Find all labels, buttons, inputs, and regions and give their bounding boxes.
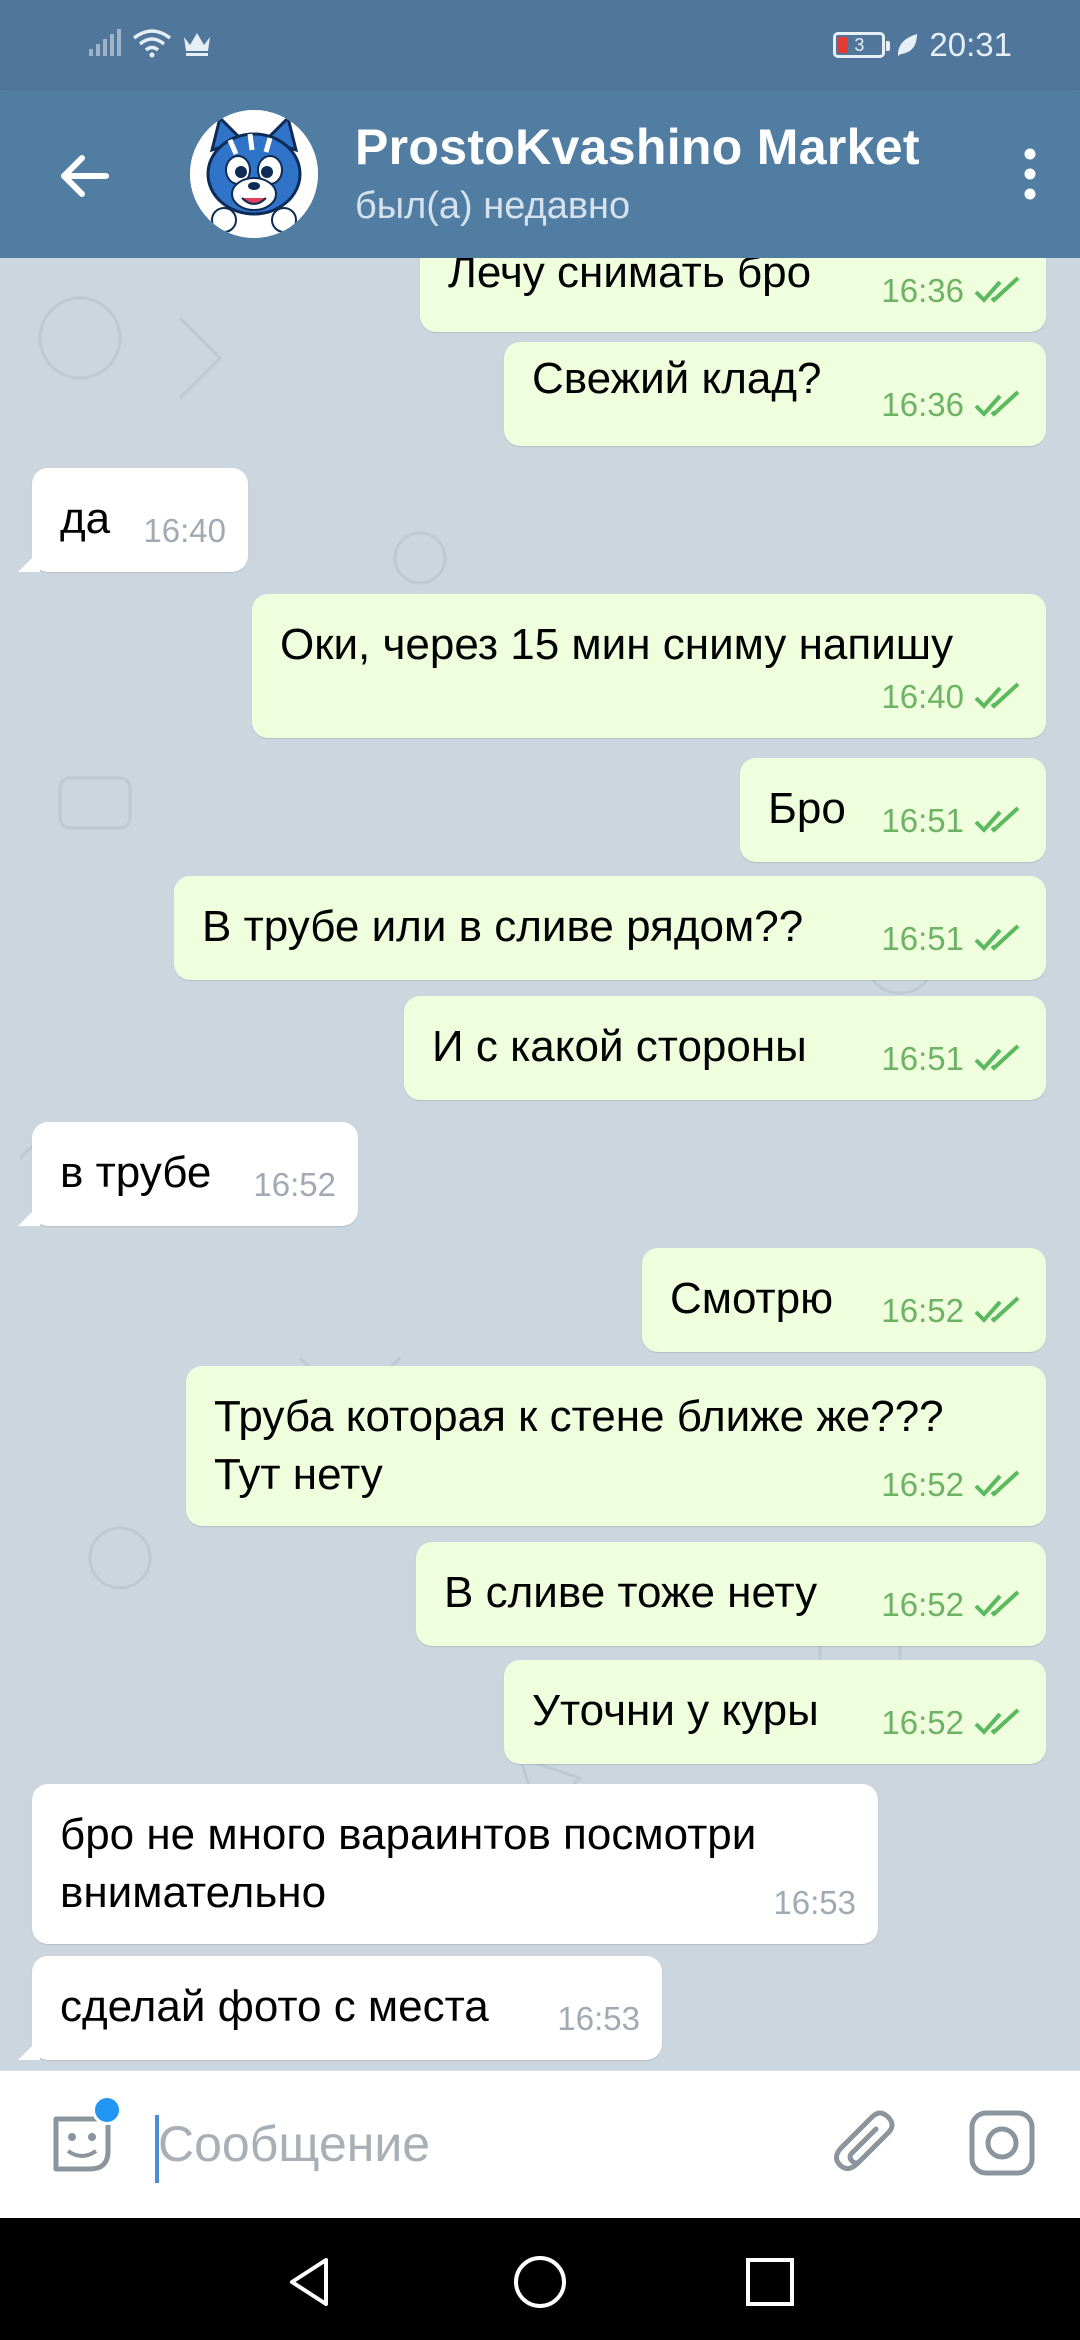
read-check-icon bbox=[974, 924, 1020, 951]
message-meta: 16:53 bbox=[557, 1990, 640, 2048]
message-time: 16:53 bbox=[557, 2000, 640, 2037]
status-icons-right: 3 20:31 bbox=[833, 26, 1012, 64]
message-text: Труба которая к стене ближе же??? bbox=[214, 1392, 944, 1441]
message-incoming[interactable]: да 16:40 bbox=[18, 468, 248, 572]
message-meta: 16:36 bbox=[881, 376, 1024, 434]
message-incoming[interactable]: бро не много вараинтов посмотри внимател… bbox=[32, 1784, 878, 1944]
message-meta: 16:52 bbox=[881, 1576, 1024, 1634]
message-text: В трубе или в сливе рядом?? bbox=[202, 902, 804, 951]
read-check-icon bbox=[974, 1708, 1020, 1735]
message-time: 16:36 bbox=[881, 386, 964, 423]
message-meta: 16:51 bbox=[881, 910, 1024, 968]
message-text-line2: внимательно bbox=[60, 1868, 327, 1917]
message-outgoing[interactable]: В сливе тоже нету 16:52 bbox=[416, 1542, 1046, 1646]
leaf-icon bbox=[898, 34, 918, 56]
notification-dot bbox=[92, 2095, 122, 2125]
nav-home-icon[interactable] bbox=[512, 2254, 568, 2310]
attach-paperclip-icon[interactable] bbox=[830, 2109, 902, 2181]
message-outgoing[interactable]: В трубе или в сливе рядом?? 16:51 bbox=[174, 876, 1046, 980]
read-check-icon bbox=[974, 1296, 1020, 1323]
avatar[interactable] bbox=[190, 110, 318, 238]
nav-recents-icon[interactable] bbox=[742, 2254, 798, 2310]
status-icons-left bbox=[88, 28, 212, 58]
message-time: 16:40 bbox=[881, 678, 964, 715]
message-time: 16:52 bbox=[881, 1586, 964, 1623]
read-check-icon bbox=[974, 1590, 1020, 1617]
read-check-icon bbox=[974, 1470, 1020, 1497]
chat-header: ProstoKvashino Market был(а) недавно bbox=[0, 90, 1080, 258]
message-time: 16:52 bbox=[253, 1166, 336, 1203]
message-text: в трубе bbox=[60, 1148, 212, 1197]
system-navigation-bar bbox=[0, 2218, 1080, 2340]
message-text: Смотрю bbox=[670, 1274, 834, 1323]
message-time: 16:52 bbox=[881, 1466, 964, 1503]
message-time: 16:51 bbox=[881, 1040, 964, 1077]
message-meta: 16:53 bbox=[773, 1874, 856, 1932]
back-arrow-icon[interactable] bbox=[52, 144, 116, 208]
read-check-icon bbox=[974, 1044, 1020, 1071]
message-meta: 16:51 bbox=[881, 1030, 1024, 1088]
message-text: да bbox=[60, 494, 111, 543]
read-check-icon bbox=[974, 390, 1020, 417]
signal-icon bbox=[89, 29, 121, 56]
message-meta: 16:40 bbox=[881, 668, 1024, 726]
message-text: Лечу снимать бро bbox=[448, 258, 812, 297]
message-time: 16:52 bbox=[881, 1704, 964, 1741]
message-text: сделай фото с места bbox=[60, 1982, 489, 2031]
cat-avatar-icon bbox=[190, 110, 318, 238]
message-time: 16:51 bbox=[881, 802, 964, 839]
status-bar: 3 20:31 bbox=[0, 0, 1080, 90]
message-meta: 16:52 bbox=[881, 1694, 1024, 1752]
message-list[interactable]: Лечу снимать бро 16:36 Свежий клад? 16:3… bbox=[0, 258, 1080, 2070]
message-time: 16:51 bbox=[881, 920, 964, 957]
message-time: 16:40 bbox=[143, 512, 226, 549]
message-text: бро не много вараинтов посмотри bbox=[60, 1810, 757, 1859]
crown-icon bbox=[184, 33, 210, 56]
message-meta: 16:36 bbox=[881, 262, 1024, 320]
more-menu-icon[interactable] bbox=[1010, 142, 1050, 206]
message-outgoing[interactable]: Уточни у куры 16:52 bbox=[504, 1660, 1046, 1764]
status-time: 20:31 bbox=[929, 26, 1012, 63]
wifi-icon bbox=[132, 29, 172, 58]
message-outgoing[interactable]: Труба которая к стене ближе же??? Тут не… bbox=[186, 1366, 1046, 1526]
chat-title[interactable]: ProstoKvashino Market bbox=[355, 118, 920, 176]
message-input[interactable]: Сообщение bbox=[158, 2115, 430, 2173]
chat-status: был(а) недавно bbox=[355, 185, 631, 227]
nav-back-icon[interactable] bbox=[282, 2254, 338, 2310]
message-time: 16:53 bbox=[773, 1884, 856, 1921]
read-check-icon bbox=[974, 682, 1020, 709]
message-text: Бро bbox=[768, 784, 846, 833]
message-incoming[interactable]: сделай фото с места 16:53 bbox=[18, 1956, 662, 2060]
message-outgoing[interactable]: И с какой стороны 16:51 bbox=[404, 996, 1046, 1100]
message-text: В сливе тоже нету bbox=[444, 1568, 818, 1617]
read-check-icon bbox=[974, 276, 1020, 303]
message-time: 16:36 bbox=[881, 272, 964, 309]
message-meta: 16:52 bbox=[881, 1282, 1024, 1340]
message-meta: 16:52 bbox=[253, 1156, 336, 1214]
message-input-bar: Сообщение bbox=[0, 2070, 1080, 2218]
message-meta: 16:40 bbox=[143, 502, 226, 560]
message-outgoing[interactable]: Бро 16:51 bbox=[740, 758, 1046, 862]
battery-icon: 3 bbox=[833, 32, 891, 58]
message-outgoing[interactable]: Лечу снимать бро 16:36 bbox=[420, 258, 1046, 332]
message-time: 16:52 bbox=[881, 1292, 964, 1329]
camera-icon[interactable] bbox=[966, 2107, 1038, 2179]
read-check-icon bbox=[974, 806, 1020, 833]
message-outgoing[interactable]: Оки, через 15 мин сниму напишу 16:40 bbox=[252, 594, 1046, 738]
message-text: Свежий клад? bbox=[532, 354, 822, 403]
message-text: И с какой стороны bbox=[432, 1022, 807, 1071]
message-text: Оки, через 15 мин сниму напишу bbox=[280, 620, 954, 669]
message-outgoing[interactable]: Свежий клад? 16:36 bbox=[504, 342, 1046, 446]
message-text: Уточни у куры bbox=[532, 1686, 819, 1735]
message-meta: 16:52 bbox=[881, 1456, 1024, 1514]
message-incoming[interactable]: в трубе 16:52 bbox=[18, 1122, 358, 1226]
message-outgoing[interactable]: Смотрю 16:52 bbox=[642, 1248, 1046, 1352]
message-meta: 16:51 bbox=[881, 792, 1024, 850]
